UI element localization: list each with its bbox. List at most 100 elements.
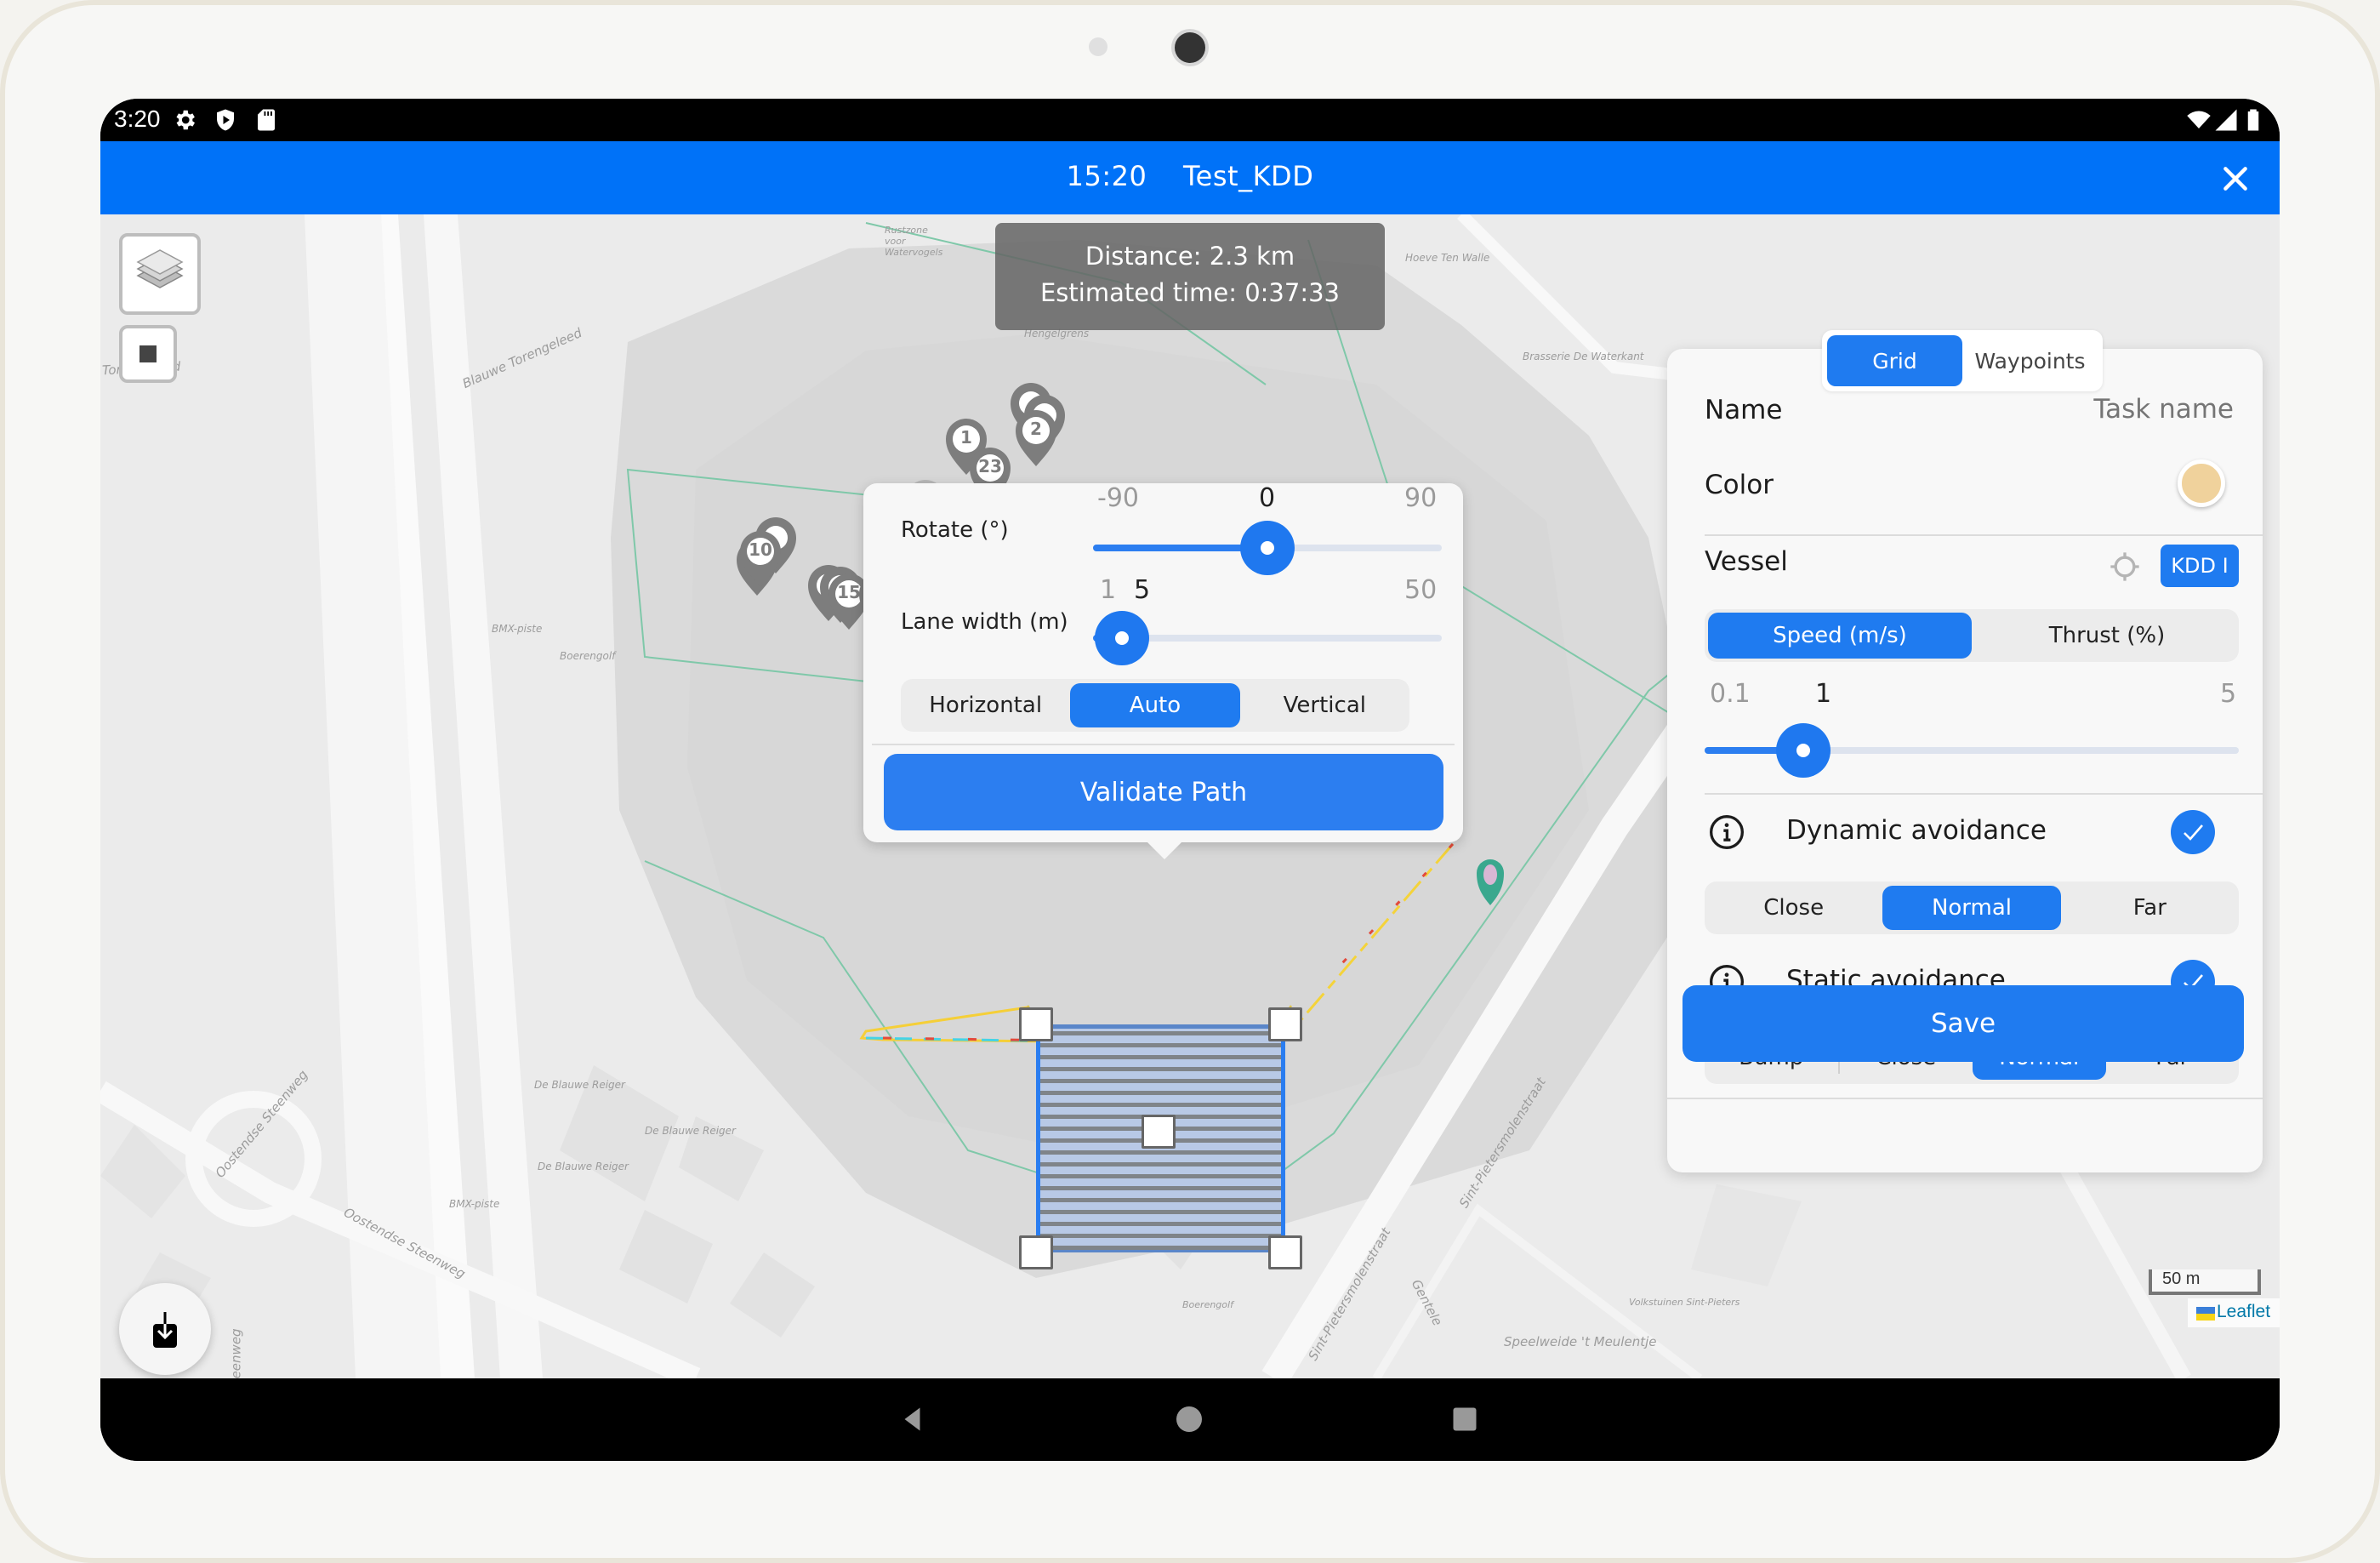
map-view[interactable]: Torengeleed Blauwe Torengeleed BMX-piste… (100, 214, 2280, 1378)
thrust-option[interactable]: Thrust (%) (1975, 609, 2239, 662)
task-title: Test_KDD (1183, 160, 1314, 192)
info-icon[interactable] (1708, 813, 1745, 851)
grid-lane (1040, 1091, 1281, 1095)
divider (1705, 534, 2263, 536)
name-label: Name (1705, 395, 1783, 425)
ukraine-flag-icon (2196, 1307, 2215, 1314)
grid-lane (1040, 1174, 1281, 1178)
grid-settings-popup: Rotate (°) -90 0 90 Lane width (m) 1 5 5… (863, 483, 1463, 859)
close-icon[interactable] (2218, 162, 2252, 196)
grid-lane (1040, 1079, 1281, 1083)
download-icon (153, 1312, 177, 1348)
save-button[interactable]: Save (1683, 985, 2244, 1062)
speed-option[interactable]: Speed (m/s) (1708, 613, 1972, 659)
tab-grid[interactable]: Grid (1827, 335, 1962, 386)
grid-lane (1040, 1198, 1281, 1202)
app-title: 15:20 Test_KDD (100, 160, 2280, 192)
waypoint-marker[interactable]: 10 (737, 529, 784, 589)
grid-lane (1040, 1162, 1281, 1167)
speed-thrust-toggle: Speed (m/s) Thrust (%) (1705, 609, 2239, 662)
lane-width-max: 50 (1404, 575, 1438, 605)
orientation-auto[interactable]: Auto (1070, 683, 1240, 727)
rotate-min: -90 (1097, 483, 1139, 513)
lane-width-label: Lane width (m) (901, 609, 1068, 635)
color-label: Color (1705, 470, 1774, 500)
attribution-text: Leaflet (2217, 1302, 2271, 1321)
vessel-select-button[interactable]: KDD I (2161, 545, 2239, 587)
grid-lane (1040, 1246, 1281, 1250)
grid-lane (1040, 1043, 1281, 1047)
grid-lane (1040, 1103, 1281, 1107)
route-info-box: Distance: 2.3 km Estimated time: 0:37:33 (995, 223, 1385, 330)
download-button[interactable] (119, 1283, 211, 1375)
rotate-slider-thumb[interactable] (1240, 521, 1295, 575)
mode-tabs: Grid Waypoints (1822, 330, 2103, 391)
grid-lane (1040, 1222, 1281, 1226)
grid-handle-bottom-left[interactable] (1019, 1235, 1053, 1269)
grid-handle-top-right[interactable] (1268, 1007, 1302, 1041)
speed-slider-thumb[interactable] (1775, 723, 1831, 778)
popup-divider (872, 744, 1455, 745)
waypoint-number: 10 (749, 539, 772, 560)
speed-max: 5 (2220, 679, 2237, 709)
dynamic-avoidance-checkbox[interactable] (2171, 810, 2215, 854)
divider (1667, 1098, 2263, 1099)
grid-lane (1040, 1067, 1281, 1071)
home-icon[interactable] (1174, 1404, 1204, 1435)
speed-min: 0.1 (1710, 679, 1751, 709)
divider (1705, 793, 2263, 795)
waypoint-number: 2 (1030, 419, 1042, 439)
distance-text: Distance: 2.3 km (1085, 242, 1295, 271)
grid-lane (1040, 1150, 1281, 1155)
orientation-vertical[interactable]: Vertical (1240, 679, 1409, 732)
color-picker-swatch[interactable] (2178, 459, 2225, 507)
map-scale: 50 m (2149, 1269, 2261, 1295)
status-bar: 3:20 (100, 99, 2280, 141)
front-camera (1175, 32, 1205, 63)
signal-icon (2215, 109, 2237, 131)
task-name-input[interactable] (1979, 388, 2234, 431)
orientation-toggle: Horizontal Auto Vertical (901, 679, 1409, 732)
dynamic-avoidance-level: Close Normal Far (1705, 881, 2239, 934)
rotate-value: 0 (1259, 483, 1276, 513)
status-time: 3:20 (114, 106, 161, 132)
shield-play-icon (217, 109, 234, 131)
rotate-max: 90 (1404, 483, 1438, 513)
checkmark-icon (2184, 824, 2203, 841)
rotate-label: Rotate (°) (901, 517, 1009, 543)
dynamic-far[interactable]: Far (2061, 881, 2239, 934)
layers-icon (136, 249, 184, 288)
vessel-marker-icon[interactable] (1473, 856, 1507, 907)
grid-lane (1040, 1186, 1281, 1190)
estimated-time-text: Estimated time: 0:37:33 (1039, 278, 1341, 307)
grid-handle-top-left[interactable] (1019, 1007, 1053, 1041)
lane-width-min: 1 (1100, 575, 1117, 605)
grid-handle-center[interactable] (1142, 1115, 1176, 1149)
speed-value: 1 (1815, 679, 1832, 709)
draw-rectangle-button[interactable] (119, 325, 177, 383)
grid-handle-bottom-right[interactable] (1268, 1235, 1302, 1269)
layers-button[interactable] (119, 233, 201, 315)
grid-lane (1040, 1055, 1281, 1059)
leaflet-attribution[interactable]: Leaflet (2188, 1298, 2280, 1327)
recents-icon[interactable] (1449, 1404, 1480, 1435)
back-icon[interactable] (898, 1404, 929, 1435)
dynamic-avoidance-label: Dynamic avoidance (1786, 815, 2047, 846)
validate-path-button[interactable]: Validate Path (884, 754, 1443, 830)
grid-lane (1040, 1210, 1281, 1214)
dynamic-normal[interactable]: Normal (1882, 886, 2061, 930)
sensor-dot (1089, 37, 1107, 56)
lane-width-slider-thumb[interactable] (1094, 611, 1149, 665)
battery-icon (2247, 109, 2259, 131)
waypoint-marker[interactable]: 2 (1012, 408, 1060, 468)
grid-lane (1040, 1031, 1281, 1035)
grid-lane (1040, 1234, 1281, 1238)
tab-waypoints[interactable]: Waypoints (1962, 335, 2098, 386)
stop-square-icon (139, 345, 157, 362)
crosshair-icon[interactable] (2108, 550, 2142, 584)
orientation-horizontal[interactable]: Horizontal (901, 679, 1070, 732)
waypoint-number: 23 (978, 456, 1002, 476)
lane-width-value: 5 (1134, 575, 1151, 605)
ukraine-flag-icon-lower (2196, 1314, 2215, 1321)
dynamic-close[interactable]: Close (1705, 881, 1882, 934)
